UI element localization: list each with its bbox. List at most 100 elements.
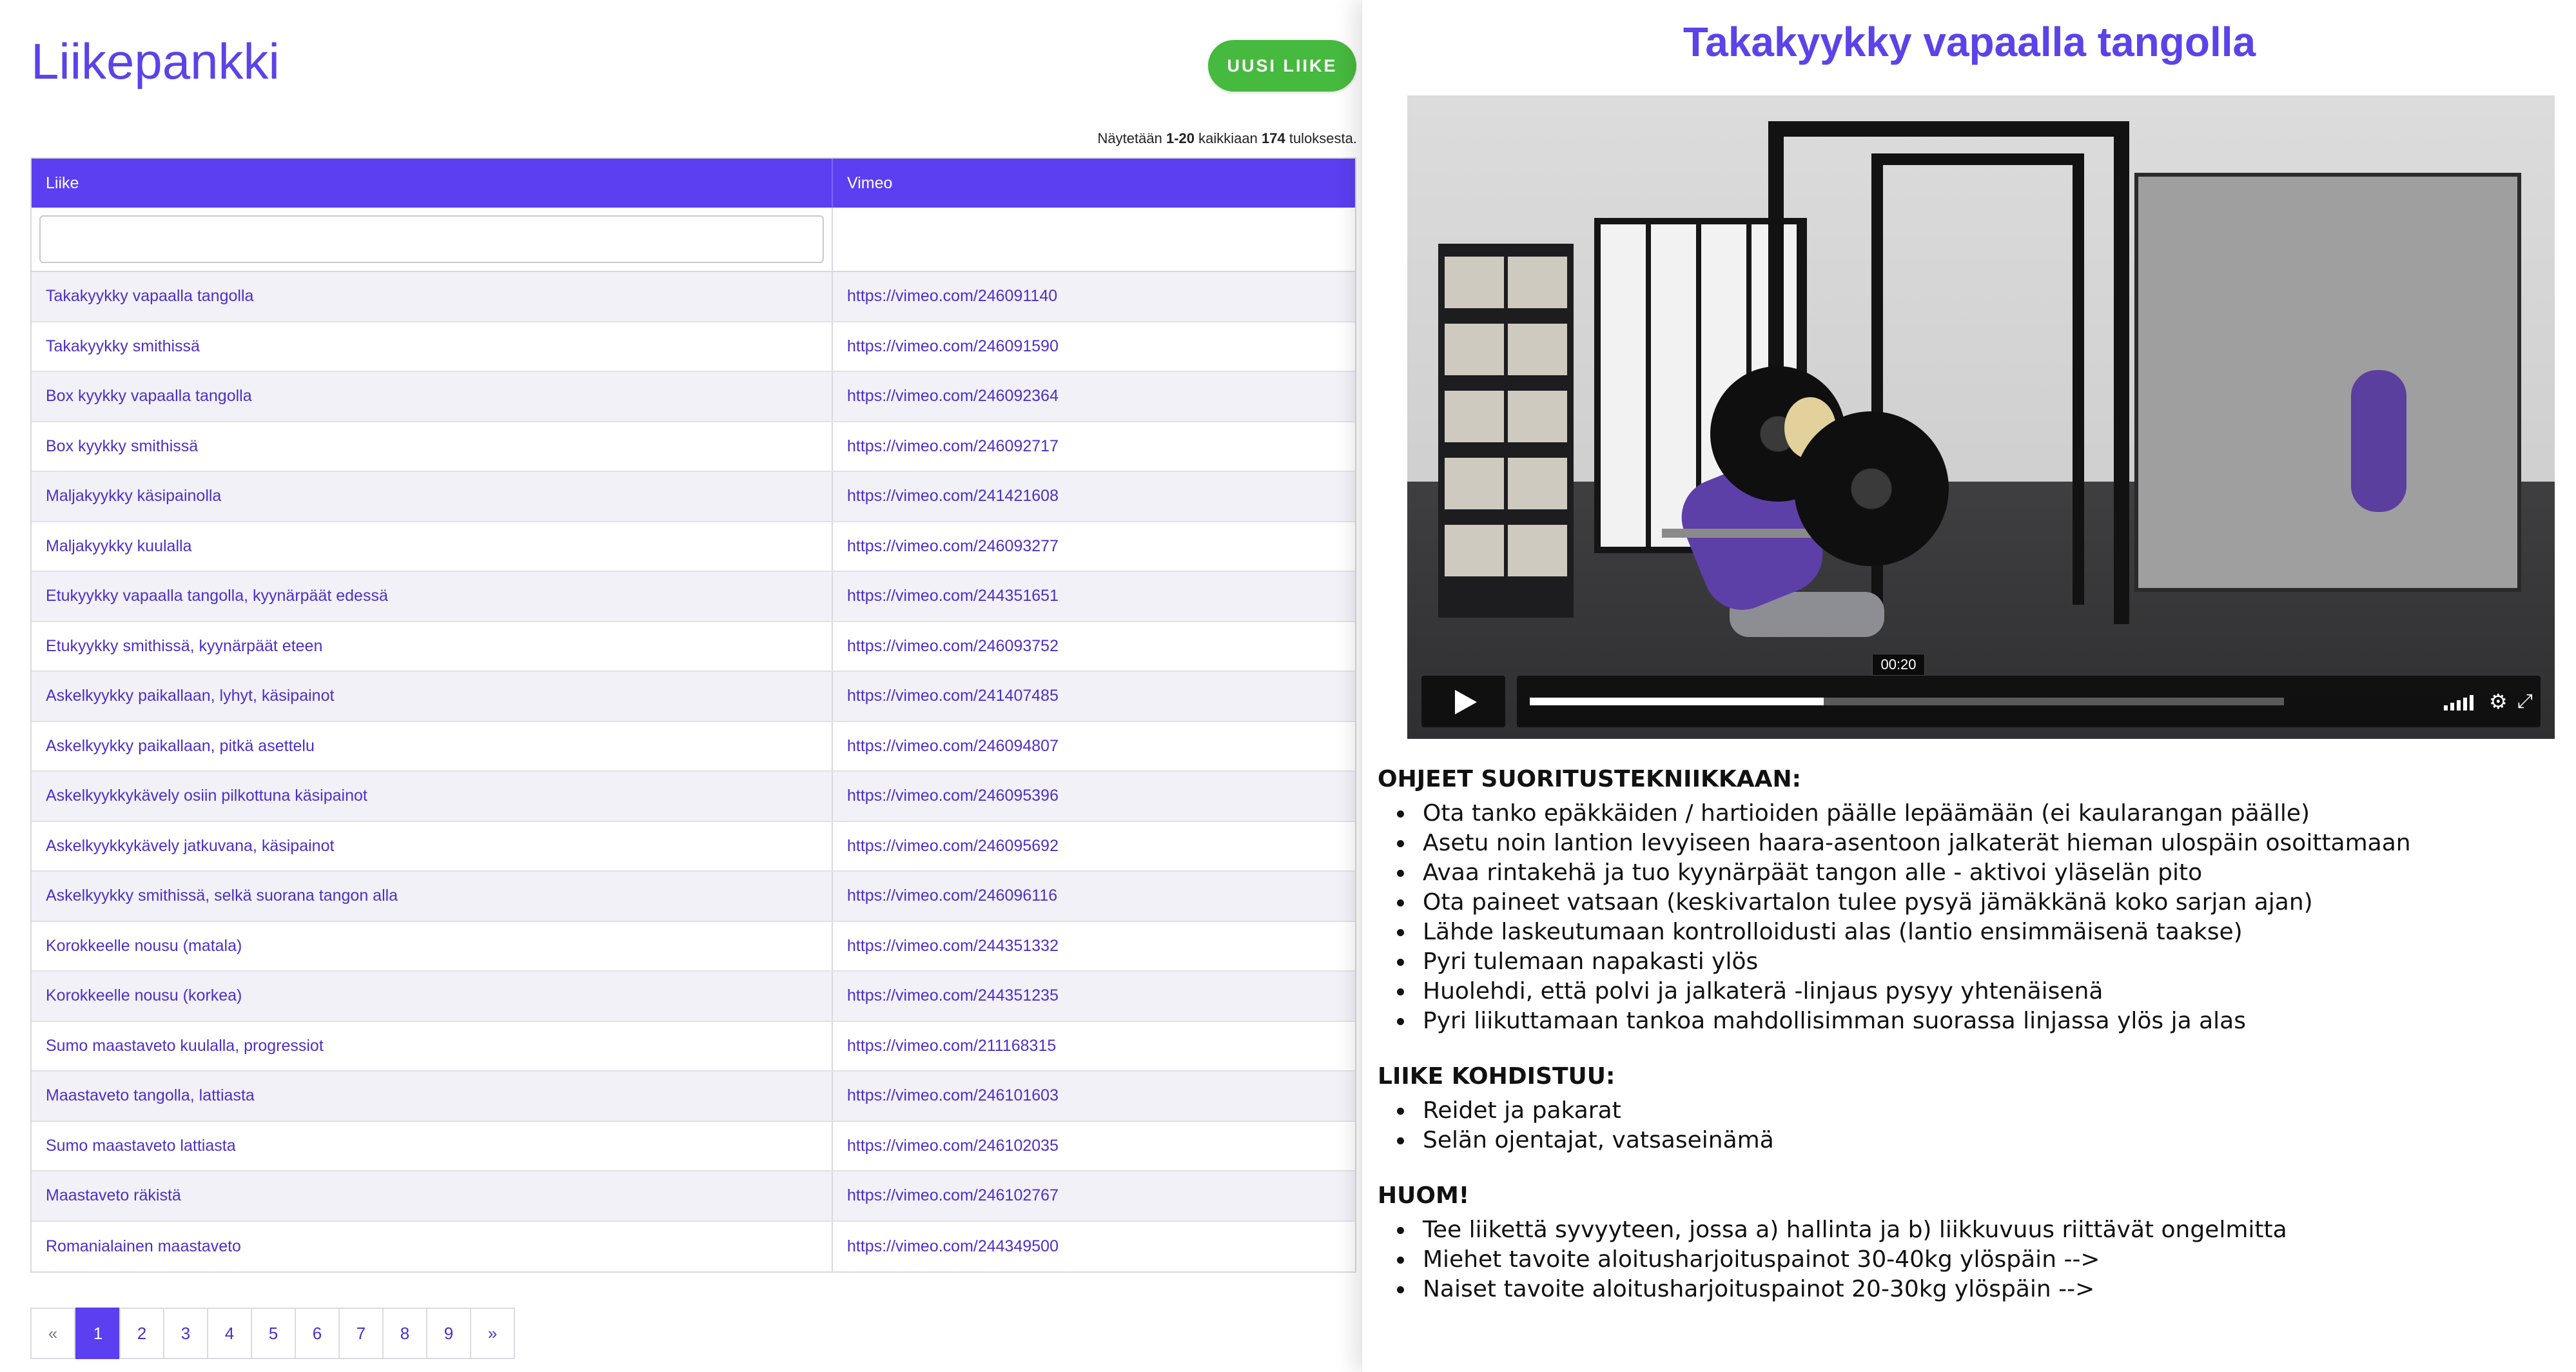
exercise-name-cell: Askelkyykky paikallaan, lyhyt, käsipaino… [32, 672, 833, 721]
section-heading: HUOM! [1378, 1182, 1470, 1209]
pagination-prev[interactable]: « [30, 1308, 75, 1359]
exercise-name-cell: Maastaveto räkistä [32, 1171, 833, 1220]
list-item: Huolehdi, että polvi ja jalkaterä -linja… [1378, 977, 2557, 1006]
pagination-page-3[interactable]: 3 [163, 1308, 208, 1359]
exercise-name-link[interactable]: Etukyykky vapaalla tangolla, kyynärpäät … [46, 587, 388, 605]
exercise-name-link[interactable]: Maljakyykky käsipainolla [46, 487, 221, 505]
section-list: Reidet ja pakarat Selän ojentajat, vatsas… [1378, 1096, 2557, 1155]
video-frame-mirror [2134, 173, 2521, 592]
exercise-name-link[interactable]: Korokkeelle nousu (korkea) [46, 986, 242, 1005]
exercise-name-link[interactable]: Askelkyykkykävely jatkuvana, käsipainot [46, 837, 334, 856]
list-item: Pyri tulemaan napakasti ylös [1378, 947, 2557, 977]
exercise-name-link[interactable]: Box kyykky vapaalla tangolla [46, 387, 252, 406]
filter-cell [32, 208, 833, 271]
vimeo-link[interactable]: https://vimeo.com/246096116 [847, 887, 1057, 905]
vimeo-link[interactable]: https://vimeo.com/246102035 [847, 1137, 1059, 1155]
list-item: Tee liikettä syvyyteen, jossa a) hallint… [1378, 1215, 2557, 1245]
name-filter-input[interactable] [39, 215, 824, 263]
page-title: Liikepankki [31, 33, 280, 90]
exercise-name-cell: Box kyykky vapaalla tangolla [32, 372, 833, 421]
pagination-page-9[interactable]: 9 [426, 1308, 471, 1359]
gear-icon[interactable]: ⚙ [2489, 691, 2508, 712]
exercise-name-link[interactable]: Sumo maastaveto kuulalla, progressiot [46, 1037, 324, 1055]
vimeo-link-cell: https://vimeo.com/246093752 [833, 622, 1355, 671]
pagination-page-5[interactable]: 5 [251, 1308, 296, 1359]
results-prefix: Näytetään [1097, 130, 1162, 146]
vimeo-link[interactable]: https://vimeo.com/241421608 [847, 487, 1059, 505]
exercise-name-link[interactable]: Sumo maastaveto lattiasta [46, 1137, 236, 1155]
column-header-vimeo[interactable]: Vimeo [833, 159, 1355, 208]
exercise-name-link[interactable]: Korokkeelle nousu (matala) [46, 937, 242, 956]
exercise-name-link[interactable]: Romanialainen maastaveto [46, 1237, 241, 1256]
pagination-next[interactable]: » [470, 1308, 515, 1359]
column-header-name[interactable]: Liike [32, 159, 833, 208]
vimeo-link[interactable]: https://vimeo.com/246092364 [847, 387, 1059, 406]
exercise-name-link[interactable]: Askelkyykky paikallaan, lyhyt, käsipaino… [46, 687, 334, 705]
vimeo-link-cell: https://vimeo.com/246091140 [833, 272, 1355, 321]
pagination-page-8[interactable]: 8 [382, 1308, 427, 1359]
table-row: Maastaveto räkistä https://vimeo.com/2461… [32, 1171, 1355, 1222]
vimeo-link[interactable]: https://vimeo.com/246093752 [847, 637, 1059, 656]
pagination-pages: 123456789 [75, 1308, 471, 1359]
exercise-name-cell: Maljakyykky käsipainolla [32, 472, 833, 521]
exercise-name-cell: Takakyykky vapaalla tangolla [32, 272, 833, 321]
table-row: Etukyykky smithissä, kyynärpäät eteen htt… [32, 622, 1355, 672]
table-row: Askelkyykkykävely osiin pilkottuna käsip… [32, 772, 1355, 822]
list-item: Reidet ja pakarat [1378, 1096, 2557, 1126]
exercise-name-link[interactable]: Takakyykky smithissä [46, 337, 200, 356]
pagination-page-6[interactable]: 6 [295, 1308, 340, 1359]
list-item: Selän ojentajat, vatsaseinämä [1378, 1126, 2557, 1155]
vimeo-link[interactable]: https://vimeo.com/244351332 [847, 937, 1059, 956]
vimeo-link[interactable]: https://vimeo.com/244349500 [847, 1237, 1059, 1256]
exercise-name-link[interactable]: Box kyykky smithissä [46, 437, 198, 456]
vimeo-link[interactable]: https://vimeo.com/246102767 [847, 1186, 1059, 1205]
section-heading: LIIKE KOHDISTUU: [1378, 1063, 1615, 1090]
progress-scrubber[interactable] [1530, 698, 2284, 705]
table-row: Romanialainen maastaveto https://vimeo.co… [32, 1221, 1355, 1272]
vimeo-link[interactable]: https://vimeo.com/246094807 [847, 737, 1059, 756]
results-middle: kaikkiaan [1198, 130, 1258, 146]
table-row: Box kyykky smithissä https://vimeo.com/24… [32, 422, 1355, 472]
list-item: Pyri liikuttamaan tankoa mahdollisimman … [1378, 1006, 2557, 1036]
exercise-name-link[interactable]: Etukyykky smithissä, kyynärpäät eteen [46, 637, 322, 656]
vimeo-link[interactable]: https://vimeo.com/246092717 [847, 437, 1059, 456]
vimeo-link[interactable]: https://vimeo.com/246095396 [847, 787, 1059, 805]
exercise-name-cell: Sumo maastaveto kuulalla, progressiot [32, 1021, 833, 1070]
vimeo-link[interactable]: https://vimeo.com/246091140 [847, 287, 1057, 306]
exercise-name-link[interactable]: Takakyykky vapaalla tangolla [46, 287, 253, 306]
vimeo-link[interactable]: https://vimeo.com/246101603 [847, 1086, 1059, 1105]
table-row: Maljakyykky kuulalla https://vimeo.com/24… [32, 522, 1355, 572]
exercise-name-link[interactable]: Askelkyykky smithissä, selkä suorana tan… [46, 887, 398, 905]
signal-icon[interactable] [2444, 695, 2474, 710]
exercise-name-link[interactable]: Maljakyykky kuulalla [46, 537, 191, 556]
filter-row [32, 208, 1355, 272]
pagination-page-7[interactable]: 7 [338, 1308, 384, 1359]
exercise-name-link[interactable]: Maastaveto räkistä [46, 1186, 181, 1205]
pagination-page-4[interactable]: 4 [207, 1308, 252, 1359]
vimeo-link[interactable]: https://vimeo.com/244351651 [847, 587, 1059, 605]
exercise-name-cell: Takakyykky smithissä [32, 322, 833, 371]
vimeo-link-cell: https://vimeo.com/244349500 [833, 1222, 1355, 1272]
vimeo-link[interactable]: https://vimeo.com/244351235 [847, 986, 1059, 1005]
section-heading: OHJEET SUORITUSTEKNIIKKAAN: [1378, 766, 1801, 792]
exercise-name-link[interactable]: Askelkyykky paikallaan, pitkä asettelu [46, 737, 315, 756]
vimeo-link[interactable]: https://vimeo.com/246095692 [847, 837, 1059, 856]
progress-fill [1530, 698, 1824, 705]
list-item: Ota tanko epäkkäiden / hartioiden päälle… [1378, 799, 2557, 828]
pagination-page-1[interactable]: 1 [75, 1308, 121, 1359]
new-exercise-button[interactable]: UUSI LIIKE [1208, 40, 1356, 92]
play-button[interactable] [1421, 676, 1505, 727]
pagination-page-2[interactable]: 2 [119, 1308, 164, 1359]
exercise-name-link[interactable]: Maastaveto tangolla, lattiasta [46, 1086, 255, 1105]
exercise-name-link[interactable]: Askelkyykkykävely osiin pilkottuna käsip… [46, 787, 367, 805]
table-row: Korokkeelle nousu (matala) https://vimeo.… [32, 921, 1355, 972]
table-row: Askelkyykky smithissä, selkä suorana tan… [32, 872, 1355, 922]
video-player[interactable]: 00:20 ⚙ ⤢ [1407, 95, 2555, 739]
results-suffix: tuloksesta. [1289, 130, 1357, 146]
vimeo-link[interactable]: https://vimeo.com/246091590 [847, 337, 1059, 356]
vimeo-link[interactable]: https://vimeo.com/246093277 [847, 537, 1059, 556]
vimeo-link[interactable]: https://vimeo.com/241407485 [847, 687, 1059, 705]
fullscreen-icon[interactable]: ⤢ [2517, 692, 2533, 711]
list-item: Naiset tavoite aloitusharjoituspainot 20… [1378, 1275, 2557, 1304]
vimeo-link[interactable]: https://vimeo.com/211168315 [847, 1037, 1056, 1055]
